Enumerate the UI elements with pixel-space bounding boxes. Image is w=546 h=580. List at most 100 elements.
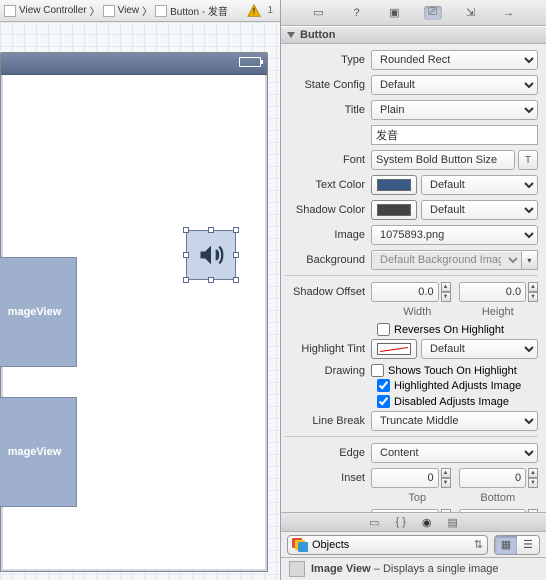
- font-field[interactable]: [371, 150, 515, 170]
- shows-touch-label: Shows Touch On Highlight: [388, 365, 517, 377]
- imageview-placeholder[interactable]: mageView: [0, 397, 77, 507]
- object-library-icon[interactable]: ◉: [422, 516, 432, 529]
- label-text-color: Text Color: [285, 179, 371, 191]
- code-snippet-icon[interactable]: { }: [395, 516, 405, 528]
- chevron-right-icon: 〉: [142, 3, 152, 18]
- bc-item[interactable]: View Controller: [19, 5, 87, 16]
- resize-handle[interactable]: [233, 252, 239, 258]
- speaker-icon: [197, 241, 225, 269]
- highlighted-adjusts-checkbox[interactable]: [377, 379, 390, 392]
- objects-label: Objects: [312, 539, 349, 551]
- sublabel-top: Top: [377, 492, 458, 504]
- shadow-width-input[interactable]: [371, 282, 439, 302]
- stepper[interactable]: ▲▼: [528, 282, 538, 302]
- stepper[interactable]: ▲▼: [528, 468, 538, 488]
- chevron-right-icon: 〉: [90, 3, 100, 18]
- highlighted-adjusts-label: Highlighted Adjusts Image: [394, 380, 521, 392]
- tint-swatch[interactable]: [371, 339, 417, 359]
- section-header-button[interactable]: Button: [281, 26, 546, 44]
- label-background: Background: [285, 254, 371, 266]
- image-select[interactable]: 1075893.png: [371, 225, 538, 245]
- resize-handle[interactable]: [183, 277, 189, 283]
- text-color-select[interactable]: Default: [421, 175, 538, 195]
- edge-select[interactable]: Content: [371, 443, 538, 463]
- chevron-updown-icon: ⇅: [474, 538, 483, 551]
- resize-handle[interactable]: [183, 252, 189, 258]
- label-image: Image: [285, 229, 371, 241]
- imageview-thumb-icon: [289, 561, 305, 577]
- bc-item[interactable]: Button - 发音: [170, 3, 228, 18]
- tint-select[interactable]: Default: [421, 339, 538, 359]
- resize-handle[interactable]: [233, 277, 239, 283]
- shadow-height-input[interactable]: [459, 282, 527, 302]
- canvas-area: View Controller 〉 View 〉 Button - 发音 ! 1: [0, 0, 280, 580]
- stepper[interactable]: ▲▼: [441, 468, 451, 488]
- label-inset: Inset: [285, 472, 371, 484]
- type-select[interactable]: Rounded Rect: [371, 50, 538, 70]
- resize-handle[interactable]: [183, 227, 189, 233]
- size-inspector-icon[interactable]: ⇲: [462, 6, 480, 20]
- disabled-adjusts-checkbox[interactable]: [377, 395, 390, 408]
- shadow-color-swatch[interactable]: [371, 200, 417, 220]
- resize-handle[interactable]: [233, 227, 239, 233]
- title-mode-select[interactable]: Plain: [371, 100, 538, 120]
- inspector-tab-bar: ▭ ? ▣ ⎚ ⇲ →: [281, 0, 546, 26]
- objects-stack-icon: [292, 538, 308, 552]
- attributes-inspector-icon[interactable]: ⎚: [424, 6, 442, 20]
- disclosure-triangle-icon: [287, 32, 295, 38]
- shadow-color-select[interactable]: Default: [421, 200, 538, 220]
- connections-inspector-icon[interactable]: →: [500, 6, 518, 20]
- reverses-checkbox[interactable]: [377, 323, 390, 336]
- label-shadow-offset: Shadow Offset: [285, 286, 371, 298]
- label-drawing: Drawing: [285, 365, 371, 377]
- library-description: Image View – Displays a single image: [281, 558, 546, 580]
- label-type: Type: [285, 54, 371, 66]
- divider: [285, 275, 538, 276]
- inspector-panel: ▭ ? ▣ ⎚ ⇲ → Button Type Rounded Rect Sta…: [280, 0, 546, 580]
- objects-filter-select[interactable]: Objects ⇅: [287, 535, 488, 555]
- inset-bottom-input[interactable]: [459, 468, 527, 488]
- grid-view-icon[interactable]: ▦: [495, 536, 517, 554]
- help-inspector-icon[interactable]: ?: [348, 6, 366, 20]
- file-template-icon[interactable]: ▭: [369, 516, 379, 529]
- label-edge: Edge: [285, 447, 371, 459]
- background-select[interactable]: Default Background Image: [371, 250, 522, 270]
- sublabel-height: Height: [458, 306, 539, 318]
- attributes-panel: Type Rounded Rect State Config Default T…: [281, 44, 546, 512]
- text-color-swatch[interactable]: [371, 175, 417, 195]
- warning-count: 1: [267, 5, 273, 16]
- label-highlight-tint: Highlight Tint: [285, 343, 371, 355]
- shows-touch-checkbox[interactable]: [371, 364, 384, 377]
- stepper[interactable]: ▲▼: [441, 282, 451, 302]
- bc-item[interactable]: View: [118, 5, 140, 16]
- library-filter-row: Objects ⇅ ▦ ☰: [281, 532, 546, 558]
- library-view-toggle[interactable]: ▦ ☰: [494, 535, 540, 555]
- file-inspector-icon[interactable]: ▭: [310, 6, 328, 20]
- breadcrumb: View Controller 〉 View 〉 Button - 发音 ! 1: [0, 0, 280, 22]
- selected-button[interactable]: [186, 230, 236, 280]
- background-dropdown-button[interactable]: ▾: [522, 250, 538, 270]
- button-icon: [155, 5, 167, 17]
- font-picker-button[interactable]: T: [518, 150, 538, 170]
- imageview-placeholder[interactable]: mageView: [0, 257, 77, 367]
- disabled-adjusts-label: Disabled Adjusts Image: [394, 396, 509, 408]
- media-library-icon[interactable]: ▤: [448, 516, 458, 529]
- resize-handle[interactable]: [208, 277, 214, 283]
- battery-icon: [239, 57, 261, 67]
- title-text-input[interactable]: [371, 125, 538, 145]
- inset-top-input[interactable]: [371, 468, 439, 488]
- identity-inspector-icon[interactable]: ▣: [386, 6, 404, 20]
- svg-text:!: !: [253, 6, 256, 17]
- resize-handle[interactable]: [208, 227, 214, 233]
- label-line-break: Line Break: [285, 415, 371, 427]
- label-state-config: State Config: [285, 79, 371, 91]
- view-icon: [103, 5, 115, 17]
- design-canvas[interactable]: mageView mageView: [0, 22, 280, 580]
- state-config-select[interactable]: Default: [371, 75, 538, 95]
- label-shadow-color: Shadow Color: [285, 204, 371, 216]
- warning-icon[interactable]: !: [247, 4, 261, 18]
- list-view-icon[interactable]: ☰: [517, 536, 539, 554]
- desc-title: Image View: [311, 563, 371, 575]
- divider: [285, 436, 538, 437]
- line-break-select[interactable]: Truncate Middle: [371, 411, 538, 431]
